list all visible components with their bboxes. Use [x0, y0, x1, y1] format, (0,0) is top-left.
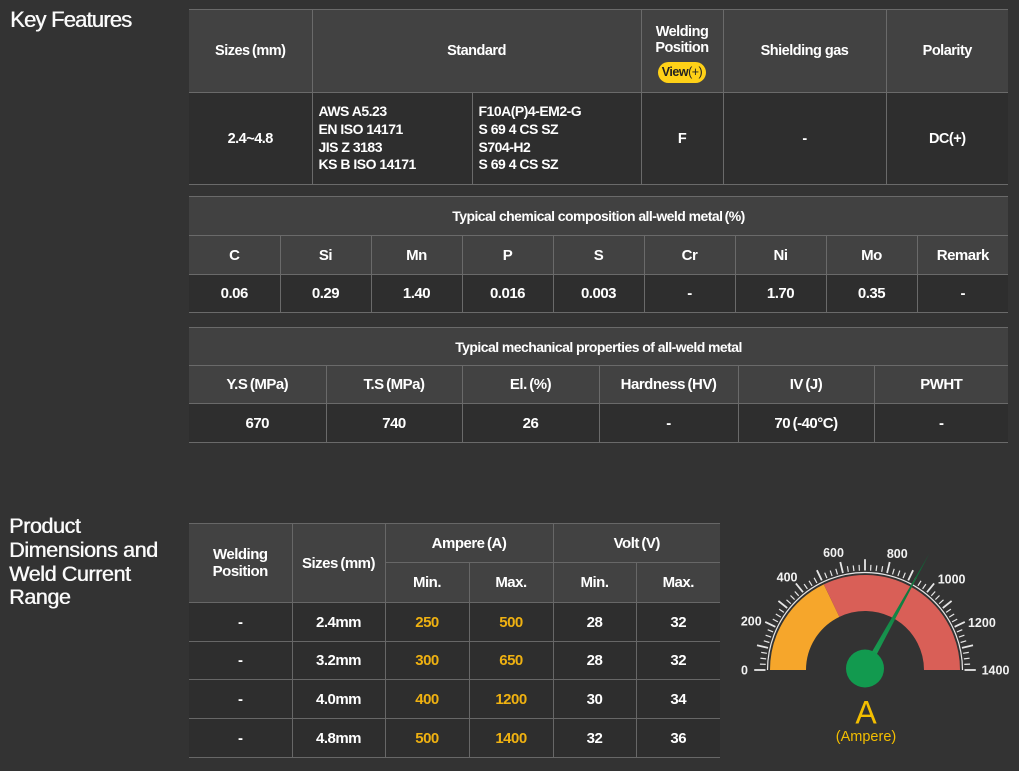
- svg-text:1000: 1000: [938, 573, 966, 587]
- svg-text:A: A: [855, 695, 877, 731]
- svg-text:(Ampere): (Ampere): [836, 729, 896, 745]
- svg-text:800: 800: [887, 547, 908, 561]
- svg-text:400: 400: [777, 571, 798, 585]
- svg-text:600: 600: [823, 546, 844, 560]
- svg-text:1200: 1200: [968, 616, 996, 630]
- svg-text:1400: 1400: [982, 664, 1010, 678]
- svg-text:0: 0: [741, 664, 748, 678]
- svg-text:200: 200: [741, 615, 762, 629]
